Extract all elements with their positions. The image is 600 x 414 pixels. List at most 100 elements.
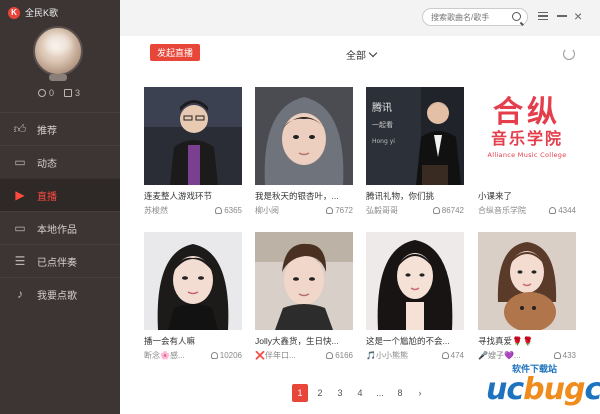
svg-text:一起看: 一起看 bbox=[372, 121, 393, 129]
live-room-card[interactable]: 我是秋天的银杏叶，... 柳小阅 7672 bbox=[255, 87, 353, 216]
host-name[interactable]: ❌伴年口... bbox=[255, 350, 296, 361]
svg-text:Hong yi: Hong yi bbox=[372, 138, 395, 145]
page-4[interactable]: 4 bbox=[352, 384, 368, 402]
room-thumbnail[interactable]: 合纵 音乐学院 Alliance Music College bbox=[478, 87, 576, 185]
pagination: 1 2 3 4 ... 8 › bbox=[292, 384, 428, 402]
room-thumbnail[interactable] bbox=[478, 232, 576, 330]
search-box[interactable] bbox=[422, 8, 528, 26]
room-meta: 弘毅哥哥 86742 bbox=[366, 205, 464, 216]
room-title: 腾讯礼物，你们挑 bbox=[366, 191, 435, 201]
room-title: Jolly大鑫货，生日快... bbox=[255, 336, 339, 346]
viewer-count: 474 bbox=[441, 350, 464, 361]
room-meta: ❌伴年口... 6166 bbox=[255, 350, 353, 361]
room-thumbnail[interactable] bbox=[144, 232, 242, 330]
person-icon bbox=[326, 352, 334, 359]
flower-stat[interactable]: 3 bbox=[64, 88, 80, 98]
coin-stat[interactable]: 0 bbox=[38, 88, 54, 98]
avatar[interactable] bbox=[33, 26, 83, 76]
app-title: 全民K歌 bbox=[25, 8, 59, 18]
search-input[interactable] bbox=[431, 12, 511, 22]
person-icon bbox=[326, 207, 334, 214]
logo-cn: 合纵 bbox=[493, 95, 561, 130]
host-name[interactable]: 合纵音乐学院 bbox=[478, 205, 526, 216]
top-bar: × bbox=[120, 0, 600, 36]
watermark-part-g: bug bbox=[523, 372, 585, 407]
live-room-card[interactable]: 连麦整人游戏环节 苏梭然 6365 bbox=[144, 87, 242, 216]
room-thumbnail[interactable] bbox=[255, 87, 353, 185]
sidebar-item-label: 已点伴奏 bbox=[37, 257, 77, 269]
room-meta: 苏梭然 6365 bbox=[144, 205, 242, 216]
person-icon bbox=[441, 352, 449, 359]
room-title: 小课来了 bbox=[478, 191, 513, 201]
room-meta: 合纵音乐学院 4344 bbox=[478, 205, 576, 216]
sidebar-item-request-song[interactable]: ♪ 我要点歌 bbox=[0, 277, 120, 310]
host-name[interactable]: 🎵小小熊熊 bbox=[366, 350, 408, 361]
person-icon bbox=[549, 207, 557, 214]
viewer-count-value: 7672 bbox=[335, 206, 353, 215]
live-room-card[interactable]: 腾讯 一起看 Hong yi 腾讯礼物，你们挑 弘毅哥哥 86742 bbox=[366, 87, 464, 216]
page-1[interactable]: 1 bbox=[292, 384, 308, 402]
sidebar-item-queued[interactable]: ☰ 已点伴奏 bbox=[0, 244, 120, 277]
coin-icon bbox=[38, 89, 46, 97]
viewer-count-value: 474 bbox=[450, 351, 464, 360]
next-page-button[interactable]: › bbox=[412, 384, 428, 402]
sidebar-item-live[interactable]: ▶ 直播 bbox=[0, 178, 120, 211]
sidebar-item-recommend[interactable]: 👍︎ 推荐 bbox=[0, 112, 120, 145]
room-meta: 柳小阅 7672 bbox=[255, 205, 353, 216]
viewer-count-value: 433 bbox=[562, 351, 576, 360]
flower-count: 3 bbox=[75, 88, 81, 98]
watermark-part-u: uc bbox=[486, 372, 524, 407]
sidebar-nav: 👍︎ 推荐 ▭ 动态 ▶ 直播 ▭ 本地作品 ☰ 已点伴奏 ♪ 我要点歌 bbox=[0, 112, 120, 310]
flower-icon bbox=[64, 89, 73, 97]
room-title: 连麦整人游戏环节 bbox=[144, 191, 213, 201]
start-live-button[interactable]: 发起直播 bbox=[150, 44, 200, 61]
app-title-bar: K 全民K歌 bbox=[8, 6, 58, 19]
chat-icon: ▭ bbox=[14, 155, 26, 169]
host-name[interactable]: 苏梭然 bbox=[144, 205, 168, 216]
app-logo-icon: K bbox=[8, 6, 20, 19]
room-thumbnail[interactable] bbox=[255, 232, 353, 330]
room-thumbnail[interactable] bbox=[366, 232, 464, 330]
room-meta: 断念🌸感... 10206 bbox=[144, 350, 242, 361]
host-name[interactable]: 断念🌸感... bbox=[144, 350, 185, 361]
thumb-up-icon: 👍︎ bbox=[13, 121, 27, 136]
menu-icon[interactable] bbox=[538, 12, 548, 20]
live-room-card[interactable]: 这是一个尴尬的不会... 🎵小小熊熊 474 bbox=[366, 232, 464, 361]
viewer-count-value: 6166 bbox=[335, 351, 353, 360]
room-title: 寻找真爱🌹🌹 bbox=[478, 336, 534, 346]
room-title: 播一会有人嘛 bbox=[144, 336, 196, 346]
category-filter[interactable]: 全部 bbox=[346, 47, 378, 62]
sidebar-item-feed[interactable]: ▭ 动态 bbox=[0, 145, 120, 178]
host-name[interactable]: 弘毅哥哥 bbox=[366, 205, 398, 216]
live-room-card[interactable]: 播一会有人嘛 断念🌸感... 10206 bbox=[144, 232, 242, 361]
room-thumbnail[interactable] bbox=[144, 87, 242, 185]
host-name[interactable]: 柳小阅 bbox=[255, 205, 279, 216]
sidebar-item-label: 直播 bbox=[37, 191, 57, 203]
live-video-icon: ▶ bbox=[15, 188, 25, 202]
logo-sub: 音乐学院 bbox=[490, 129, 563, 148]
sidebar-item-label: 推荐 bbox=[37, 125, 57, 137]
page-3[interactable]: 3 bbox=[332, 384, 348, 402]
sidebar-item-local-works[interactable]: ▭ 本地作品 bbox=[0, 211, 120, 244]
search-icon[interactable] bbox=[512, 12, 521, 21]
page-2[interactable]: 2 bbox=[312, 384, 328, 402]
room-thumbnail[interactable]: 腾讯 一起看 Hong yi bbox=[366, 87, 464, 185]
chevron-down-icon bbox=[368, 48, 378, 58]
viewer-count: 7672 bbox=[326, 205, 353, 216]
live-room-card[interactable]: Jolly大鑫货，生日快... ❌伴年口... 6166 bbox=[255, 232, 353, 361]
sidebar-item-label: 本地作品 bbox=[37, 224, 77, 236]
list-icon: ☰ bbox=[14, 254, 26, 268]
viewer-count-value: 6365 bbox=[224, 206, 242, 215]
sidebar: K 全民K歌 0 3 👍︎ 推荐 ▭ 动态 ▶ 直播 ▭ 本地作品 ☰ 已点伴奏… bbox=[0, 0, 120, 414]
close-icon[interactable]: × bbox=[574, 9, 582, 23]
viewer-count-value: 4344 bbox=[558, 206, 576, 215]
refresh-icon[interactable] bbox=[563, 48, 575, 60]
svg-text:腾讯: 腾讯 bbox=[372, 101, 392, 114]
viewer-count: 6166 bbox=[326, 350, 353, 361]
live-room-card[interactable]: 合纵 音乐学院 Alliance Music College 小课来了 合纵音乐… bbox=[478, 87, 576, 216]
minimize-icon[interactable] bbox=[557, 15, 567, 17]
page-8[interactable]: 8 bbox=[392, 384, 408, 402]
live-room-card[interactable]: 寻找真爱🌹🌹 🎤嫂子💜... 433 bbox=[478, 232, 576, 361]
logo-en: Alliance Music College bbox=[487, 151, 567, 159]
sidebar-item-label: 我要点歌 bbox=[37, 290, 77, 302]
